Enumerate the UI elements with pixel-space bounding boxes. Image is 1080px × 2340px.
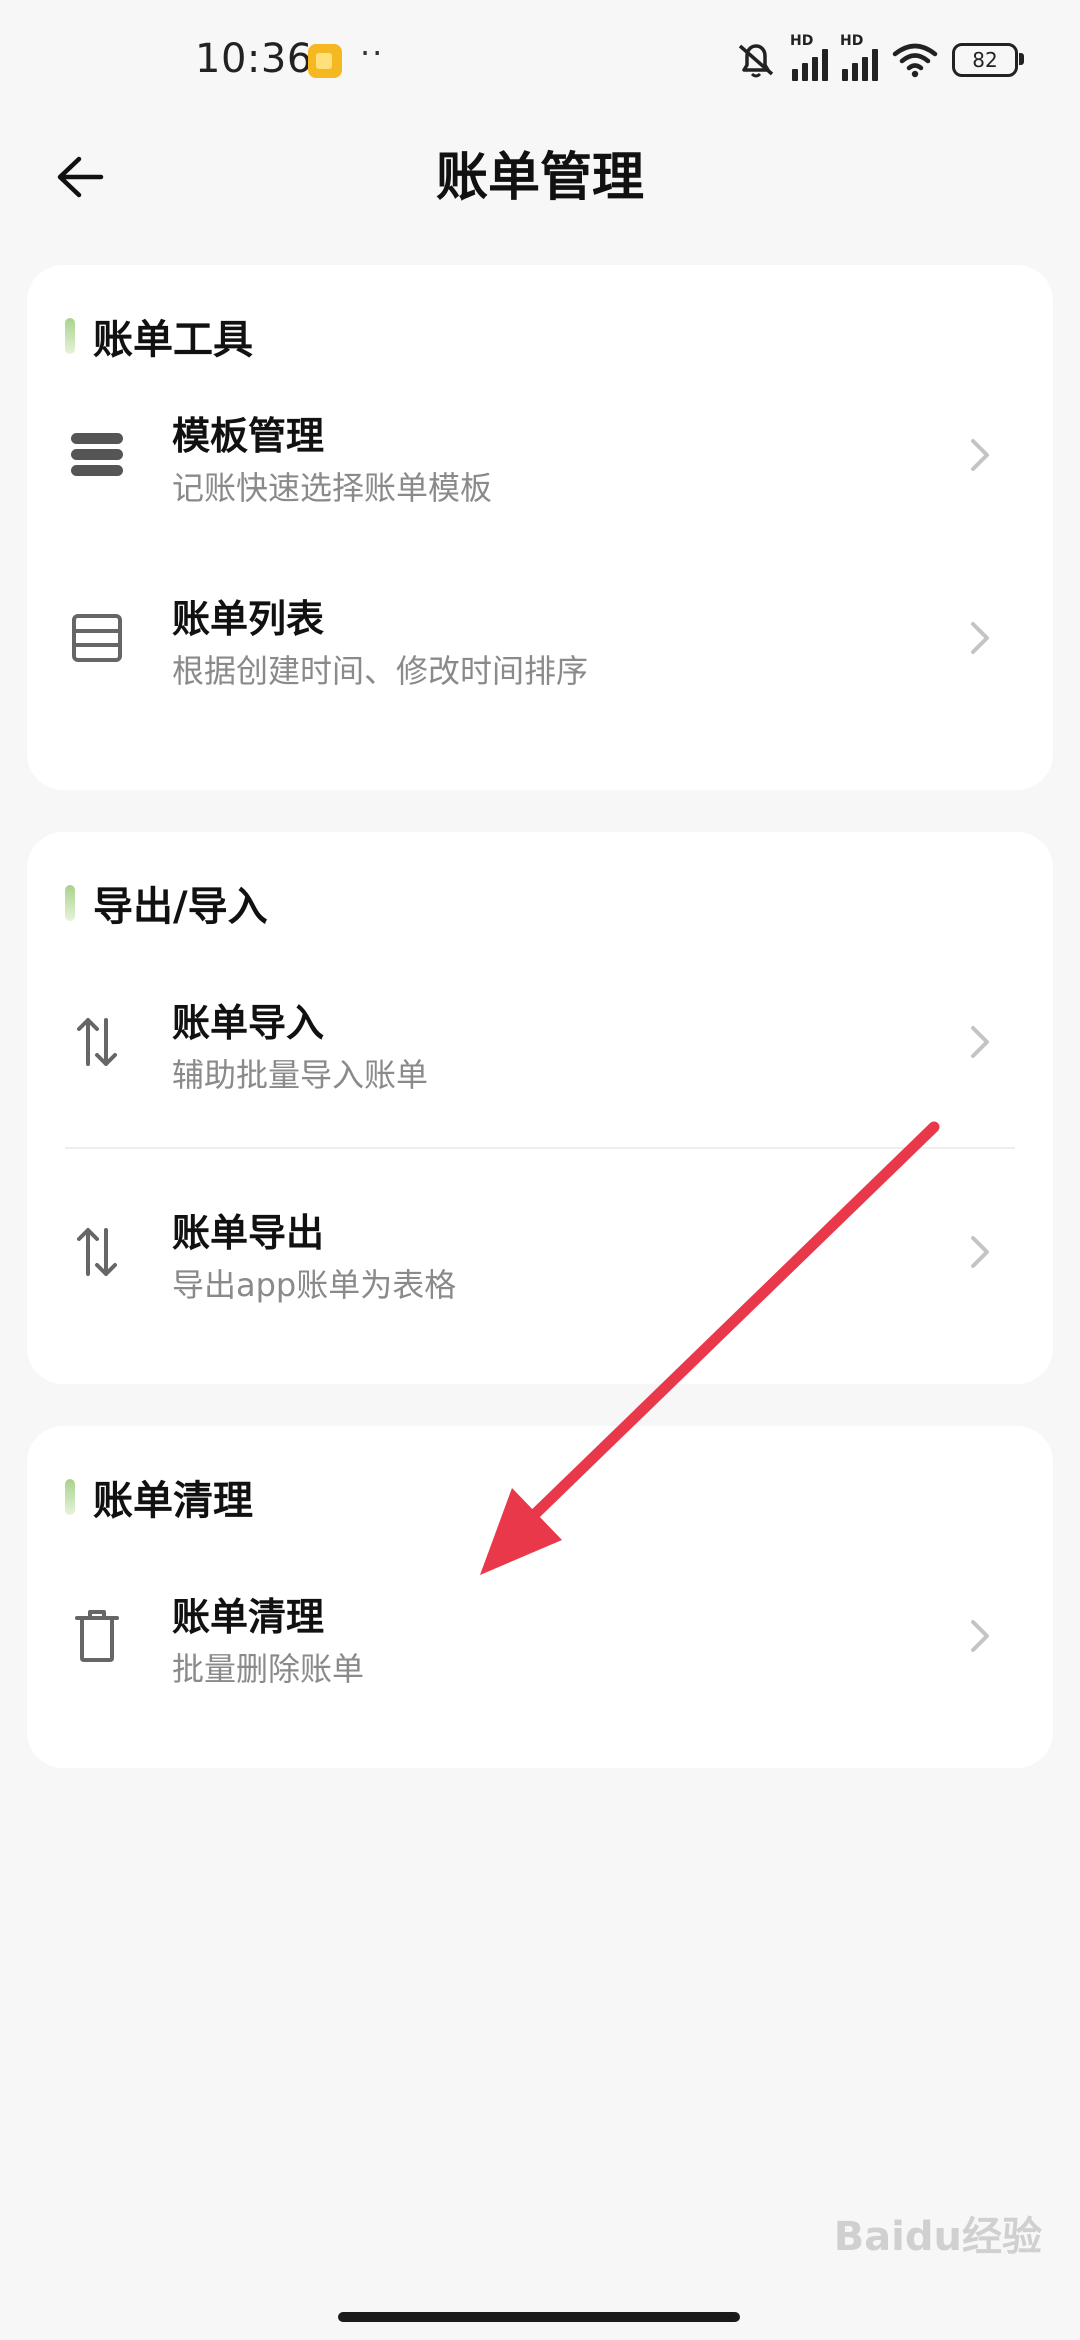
section-title-export-import: 导出/导入 (65, 874, 268, 932)
row-subtitle: 导出app账单为表格 (172, 1266, 457, 1304)
row-title: 账单列表 (172, 597, 325, 641)
row-subtitle: 辅助批量导入账单 (172, 1056, 429, 1094)
status-bar: 10:36 ·· HD HD 82 (0, 0, 1080, 120)
trash-icon (67, 1606, 127, 1666)
status-time: 10:36 (195, 36, 313, 82)
chevron-right-icon (971, 1620, 989, 1652)
row-bill-export[interactable]: 账单导出 导出app账单为表格 (27, 1172, 1053, 1332)
hd-label: HD (840, 33, 864, 49)
watermark: Baidu经验 (833, 2214, 1042, 2260)
mute-icon (738, 44, 774, 78)
swap-vertical-icon (67, 1222, 127, 1282)
row-bill-import[interactable]: 账单导入 辅助批量导入账单 (27, 962, 1053, 1122)
row-template-management[interactable]: 模板管理 记账快速选择账单模板 (27, 375, 1053, 535)
row-title: 账单导出 (172, 1211, 325, 1255)
section-title-text: 导出/导入 (93, 884, 268, 930)
section-accent (65, 1479, 75, 1515)
section-title-text: 账单清理 (93, 1478, 253, 1524)
stack-icon (67, 425, 127, 485)
chevron-right-icon (971, 622, 989, 654)
row-title: 账单清理 (172, 1595, 325, 1639)
row-bill-cleanup[interactable]: 账单清理 批量删除账单 (27, 1556, 1053, 1716)
row-subtitle: 根据创建时间、修改时间排序 (172, 652, 589, 690)
section-title-cleanup: 账单清理 (65, 1468, 253, 1526)
row-title: 模板管理 (172, 414, 325, 458)
card-bill-cleanup: 账单清理 账单清理 批量删除账单 (27, 1426, 1053, 1768)
section-title-text: 账单工具 (93, 317, 253, 363)
status-icons: HD HD 82 (734, 33, 1024, 82)
row-title: 账单导入 (172, 1001, 325, 1045)
hd-label: HD (790, 33, 814, 49)
signal-strength-1: HD (790, 33, 828, 81)
page-title: 账单管理 (435, 148, 644, 208)
header: 账单管理 (0, 120, 1080, 220)
row-bill-list[interactable]: 账单列表 根据创建时间、修改时间排序 (27, 558, 1053, 718)
card-bill-tools: 账单工具 模板管理 记账快速选择账单模板 账单列表 根据创建时间、修改时间排序 (27, 265, 1053, 790)
home-indicator[interactable] (338, 2312, 740, 2322)
row-divider (65, 1147, 1015, 1149)
section-accent (65, 318, 75, 354)
signal-strength-2: HD (840, 33, 878, 81)
battery-indicator: 82 (952, 43, 1024, 77)
swap-vertical-icon (67, 1012, 127, 1072)
section-accent (65, 885, 75, 921)
section-title-tools: 账单工具 (65, 307, 253, 365)
battery-level: 82 (972, 48, 998, 72)
chevron-right-icon (971, 1026, 989, 1058)
more-notifications-indicator: ·· (360, 34, 385, 72)
row-subtitle: 记账快速选择账单模板 (172, 469, 493, 507)
card-export-import: 导出/导入 账单导入 辅助批量导入账单 账单导出 导出app账单为表格 (27, 832, 1053, 1384)
notification-app-icon (308, 44, 342, 78)
chevron-right-icon (971, 439, 989, 471)
row-subtitle: 批量删除账单 (172, 1650, 365, 1688)
wifi-icon (892, 43, 938, 78)
list-icon (67, 608, 127, 668)
chevron-right-icon (971, 1236, 989, 1268)
